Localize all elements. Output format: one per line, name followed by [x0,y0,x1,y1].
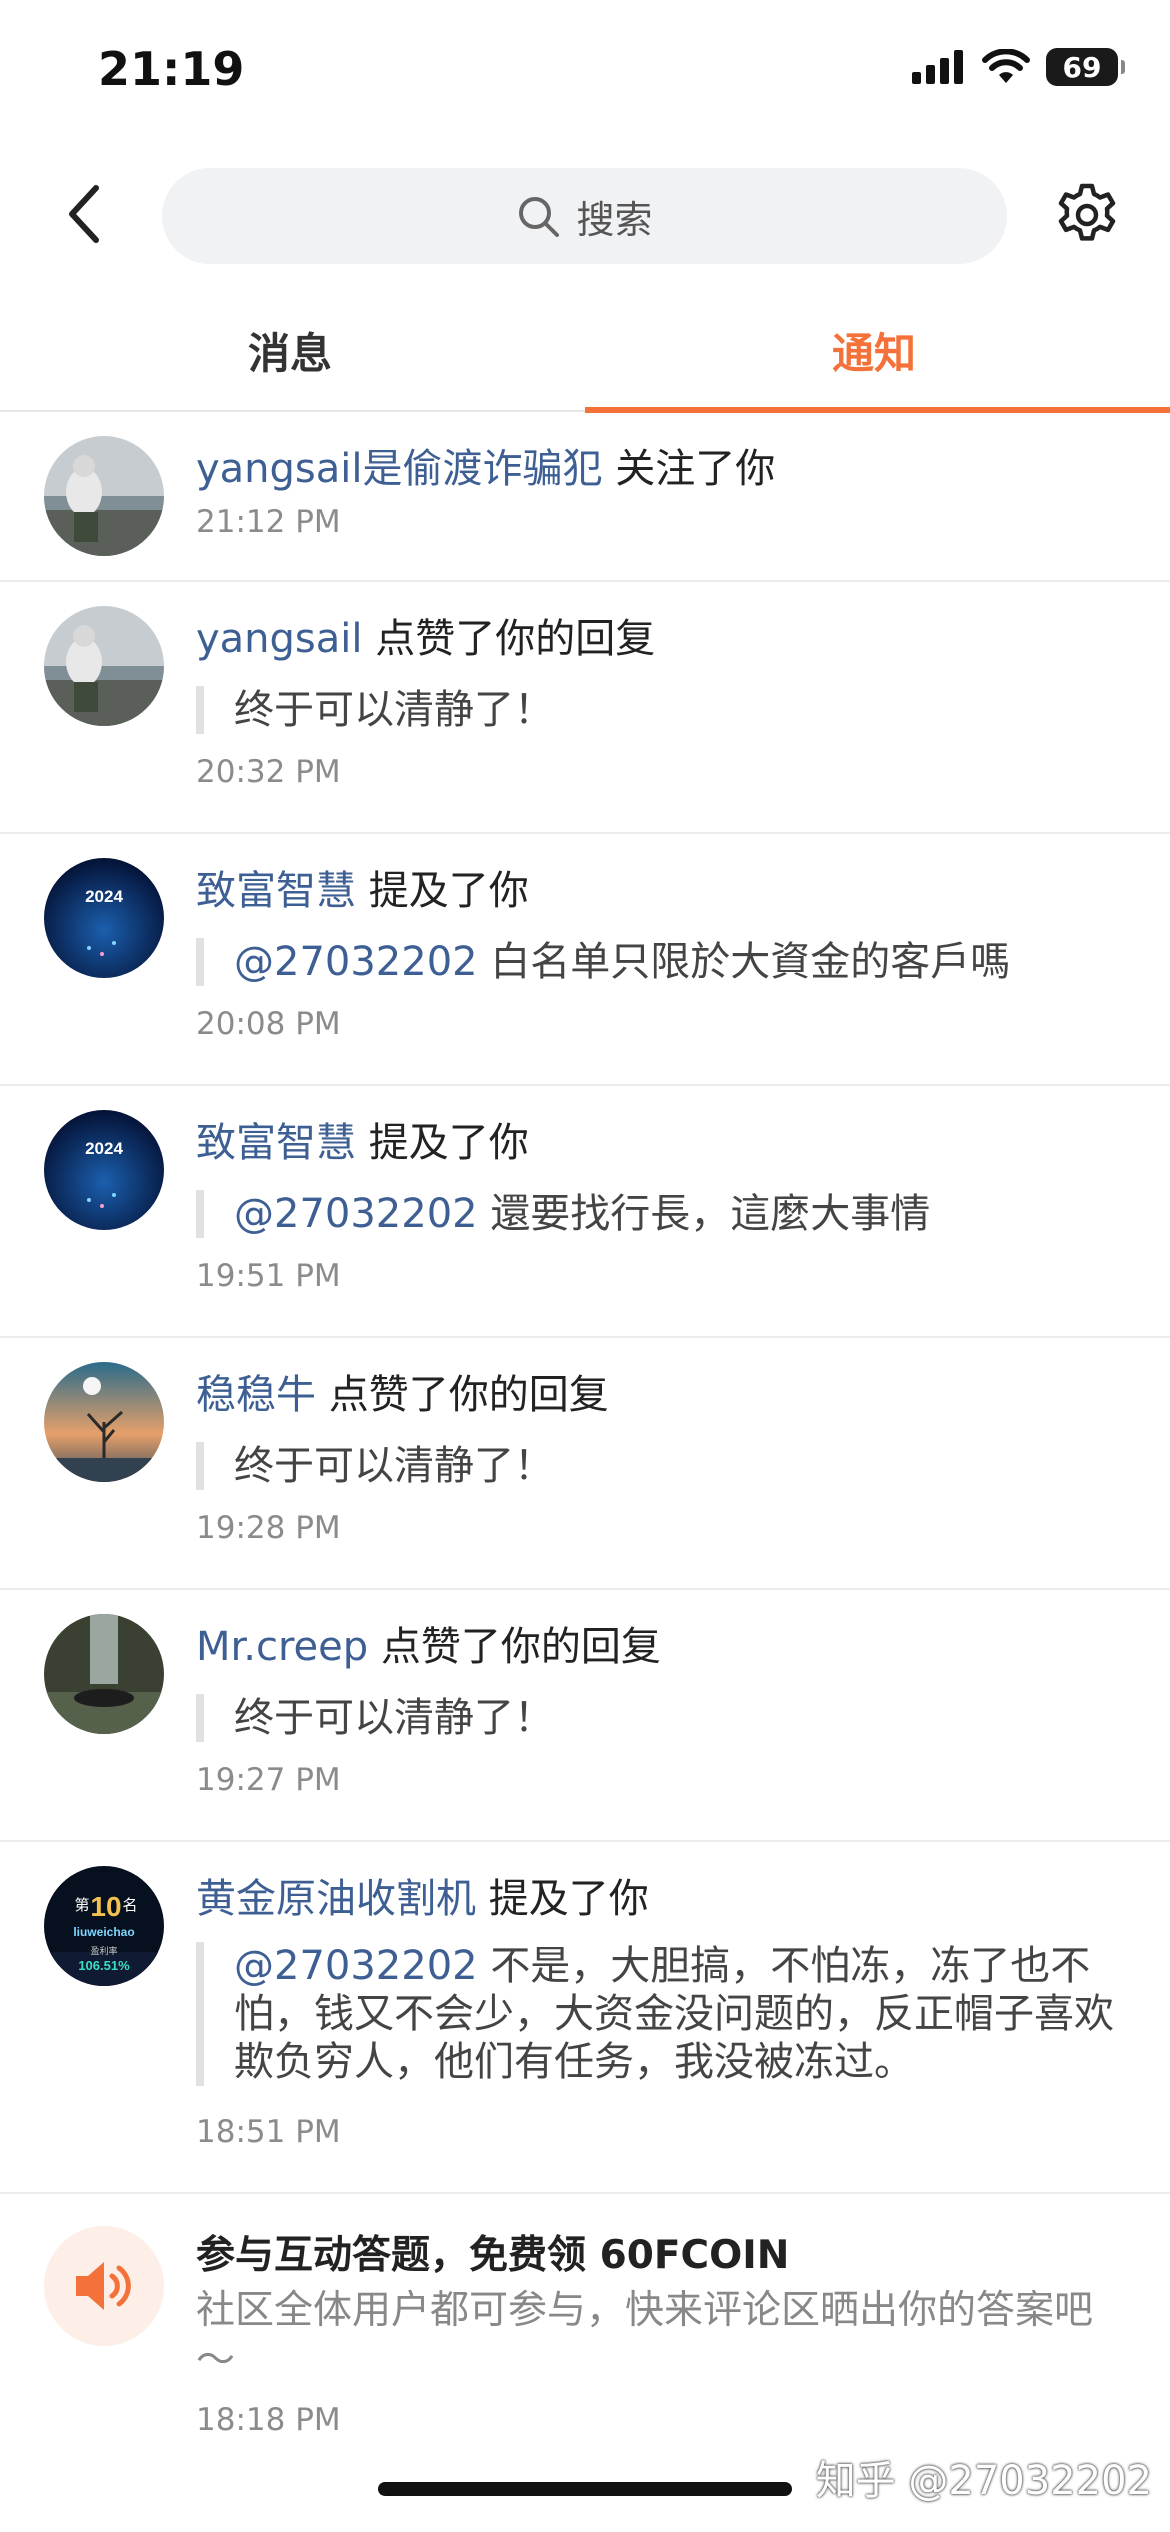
notification-item[interactable]: yangsail 点赞了你的回复 终于可以清静了！ 20:32 PM [0,582,1170,834]
search-placeholder: 搜索 [576,197,653,242]
notification-time: 18:51 PM [196,2114,341,2150]
avatar[interactable]: 2024 [44,858,164,978]
avatar-rank-label: 盈利率 [90,1945,117,1957]
notification-time: 19:28 PM [196,1510,341,1546]
avatar-image [44,436,164,556]
avatar-rank-prefix: 第 [74,1896,89,1914]
username-link[interactable]: 致富智慧 [196,868,356,914]
notification-item[interactable]: Mr.creep 点赞了你的回复 终于可以清静了！ 19:27 PM [0,1590,1170,1842]
quoted-comment[interactable]: @27032202 不是，大胆搞，不怕冻，冻了也不怕，钱又不会少，大资金没问题的… [196,1942,1114,2086]
notification-action: 提及了你 [368,868,529,914]
avatar-rank-pct: 106.51% [78,1958,130,1973]
avatar[interactable]: 第 10 名 liuweichao 盈利率 106.51% [44,1866,164,1986]
avatar-image [44,1362,164,1482]
promo-icon [44,2226,164,2346]
notification-item[interactable]: 2024 致富智慧 提及了你 @27032202 白名单只限於大資金的客戶嗎 2… [0,834,1170,1086]
quote-text: 白名单只限於大資金的客戶嗎 [490,939,1011,985]
notification-action: 点赞了你的回复 [375,616,656,662]
notification-item[interactable]: yangsail是偷渡诈骗犯 关注了你 21:12 PM [0,412,1170,582]
avatar-year-text: 2024 [85,887,123,906]
quote-text: 终于可以清静了！ [234,1443,554,1489]
avatar-image [44,606,164,726]
notification-item[interactable]: 稳稳牛 点赞了你的回复 终于可以清静了！ 19:28 PM [0,1338,1170,1590]
avatar-year-text: 2024 [85,1139,123,1158]
notification-title: 稳稳牛 点赞了你的回复 [196,1362,609,1420]
chevron-left-icon [69,185,99,243]
avatar-image [44,1614,164,1734]
avatar[interactable] [44,606,164,726]
promo-description: 社区全体用户都可参与，快来评论区晒出你的答案吧～ [196,2288,1094,2383]
status-icons: 69 [912,48,1125,86]
watermark: 知乎 @27032202 [815,2458,1152,2504]
notification-action: 提及了你 [488,1876,649,1922]
notification-time: 19:27 PM [196,1762,341,1798]
back-button[interactable] [52,182,116,246]
search-bar[interactable]: 搜索 [162,168,1007,264]
speaker-icon [76,2262,131,2310]
battery-level: 69 [1062,50,1102,84]
quote-text: 還要找行長，這麼大事情 [490,1191,931,1237]
notification-time: 18:18 PM [196,2402,341,2438]
status-bar: 21:19 69 [0,0,1170,150]
quoted-comment[interactable]: @27032202 白名单只限於大資金的客戶嗎 [196,938,1134,986]
battery-indicator: 69 [1046,48,1125,86]
notification-title: 黄金原油收割机 提及了你 [196,1866,649,1924]
wifi-icon [982,49,1030,83]
promo-title: 参与互动答题，免费领 60FCOIN [196,2233,790,2278]
notification-title: 致富智慧 提及了你 [196,1110,529,1168]
quoted-reply[interactable]: 终于可以清静了！ [196,1694,1134,1742]
notification-action: 点赞了你的回复 [380,1624,661,1670]
promo-notification[interactable]: 参与互动答题，免费领 60FCOIN 社区全体用户都可参与，快来评论区晒出你的答… [0,2194,1170,2454]
notification-title: 致富智慧 提及了你 [196,858,529,916]
home-indicator[interactable] [378,2482,792,2496]
username-link[interactable]: yangsail [196,616,363,662]
quote-text: 终于可以清静了！ [234,687,554,733]
notification-title: Mr.creep 点赞了你的回复 [196,1614,661,1672]
notification-time: 21:12 PM [196,504,341,540]
notification-time: 20:32 PM [196,754,341,790]
username-link[interactable]: 黄金原油收割机 [196,1876,476,1922]
mention-link[interactable]: @27032202 [234,1191,478,1237]
notification-action: 点赞了你的回复 [328,1372,609,1418]
mention-link[interactable]: @27032202 [234,939,478,985]
tab-bar: 消息 通知 [0,300,1170,413]
search-icon [519,197,560,237]
avatar[interactable]: 2024 [44,1110,164,1230]
username-link[interactable]: yangsail是偷渡诈骗犯 [196,446,603,492]
avatar[interactable] [44,436,164,556]
tab-notifications[interactable]: 通知 [832,320,916,381]
quoted-reply[interactable]: 终于可以清静了！ [196,1442,1134,1490]
avatar-rank-number: 10 [90,1891,121,1922]
notification-time: 20:08 PM [196,1006,341,1042]
notification-item[interactable]: 2024 致富智慧 提及了你 @27032202 還要找行長，這麼大事情 19:… [0,1086,1170,1338]
avatar-image: 2024 [44,858,164,978]
notification-list: yangsail是偷渡诈骗犯 关注了你 21:12 PM yangsail 点赞… [0,412,1170,2454]
notification-action: 关注了你 [615,446,776,492]
quoted-reply[interactable]: 终于可以清静了！ [196,686,1134,734]
quote-text: 终于可以清静了！ [234,1695,554,1741]
username-link[interactable]: 致富智慧 [196,1120,356,1166]
avatar[interactable] [44,1614,164,1734]
quoted-comment[interactable]: @27032202 還要找行長，這麼大事情 [196,1190,1134,1238]
status-time: 21:19 [98,42,245,96]
header: 搜索 [0,160,1170,270]
username-link[interactable]: 稳稳牛 [196,1372,316,1418]
mention-link[interactable]: @27032202 [234,1943,478,1989]
tab-messages[interactable]: 消息 [248,320,332,381]
avatar-image: 2024 [44,1110,164,1230]
notification-title: yangsail是偷渡诈骗犯 关注了你 [196,436,775,494]
signal-icon [912,50,963,84]
avatar-rank-name: liuweichao [73,1925,134,1939]
avatar-image: 第 10 名 liuweichao 盈利率 106.51% [44,1866,164,1986]
avatar[interactable] [44,1362,164,1482]
username-link[interactable]: Mr.creep [196,1624,368,1670]
notification-action: 提及了你 [368,1120,529,1166]
avatar-rank-suffix: 名 [122,1896,137,1914]
notification-title: yangsail 点赞了你的回复 [196,606,655,664]
notification-item[interactable]: 第 10 名 liuweichao 盈利率 106.51% 黄金原油收割机 提及… [0,1842,1170,2194]
notification-time: 19:51 PM [196,1258,341,1294]
gear-icon [1058,183,1116,241]
settings-button[interactable] [1054,182,1120,248]
